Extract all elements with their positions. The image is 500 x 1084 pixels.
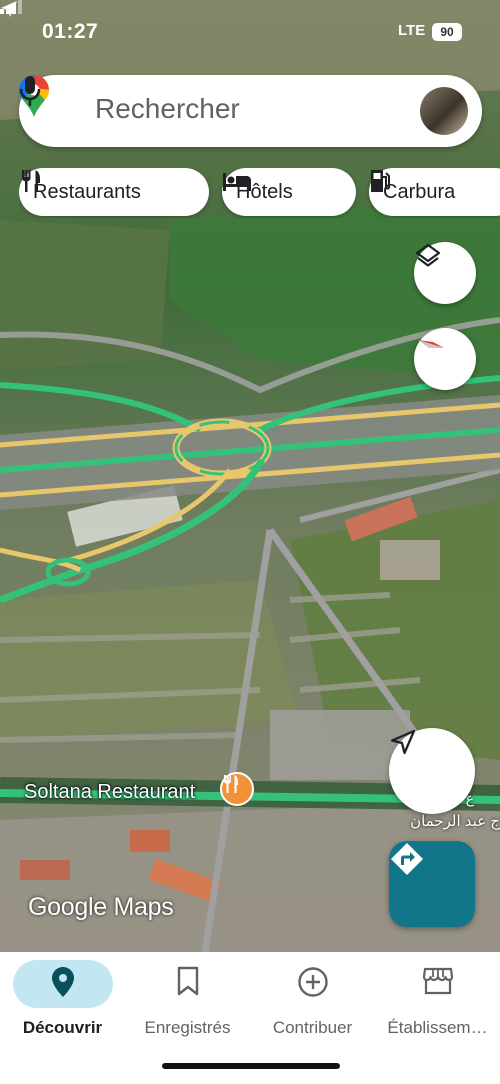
- my-location-button[interactable]: [389, 728, 475, 814]
- bottom-navigation: Découvrir Enregistrés Contribuer Établis…: [0, 952, 500, 1084]
- street-label: ج عبد الرحمان: [410, 813, 500, 830]
- map-view[interactable]: 01:27 LTE 90 Rechercher Restaurants Hôte…: [0, 0, 500, 952]
- restaurant-marker[interactable]: [220, 772, 254, 806]
- nav-label: Contribuer: [272, 1018, 353, 1037]
- place-label[interactable]: Soltana Restaurant: [24, 781, 195, 804]
- layers-button[interactable]: [414, 242, 476, 304]
- fork-knife-icon: [224, 775, 238, 793]
- layers-icon: [415, 243, 441, 267]
- explore-pin-icon: [51, 967, 74, 997]
- chip-label: Carbura: [383, 180, 456, 203]
- nav-saved[interactable]: Enregistrés: [125, 952, 250, 1052]
- status-time: 01:27: [42, 20, 99, 43]
- gas-pump-icon: [371, 170, 390, 192]
- signal-bars-icon: [0, 0, 22, 14]
- directions-icon: [391, 843, 423, 875]
- network-type: LTE: [398, 22, 426, 39]
- navigation-arrow-icon: [390, 729, 416, 755]
- chip-hotels[interactable]: Hôtels: [222, 168, 356, 216]
- compass-icon: [418, 340, 444, 348]
- compass-button[interactable]: [414, 328, 476, 390]
- category-chips: Restaurants Hôtels Carbura: [19, 168, 500, 218]
- battery-indicator: 90: [432, 23, 462, 41]
- fork-knife-icon: [22, 170, 40, 192]
- bed-icon: [223, 173, 251, 191]
- chip-fuel[interactable]: Carbura: [369, 168, 500, 216]
- nav-label: Découvrir: [22, 1018, 103, 1037]
- nav-label: Enregistrés: [144, 1018, 231, 1037]
- directions-button[interactable]: [389, 841, 475, 927]
- nav-business[interactable]: Établissem…: [375, 952, 500, 1052]
- bookmark-icon: [177, 966, 198, 996]
- google-maps-watermark: Google Maps: [28, 893, 174, 921]
- home-indicator[interactable]: [162, 1063, 340, 1069]
- microphone-icon[interactable]: [19, 75, 41, 107]
- search-placeholder[interactable]: Rechercher: [95, 93, 240, 125]
- status-bar: 01:27 LTE 90: [0, 0, 500, 64]
- add-circle-icon: [297, 967, 328, 997]
- nav-label: Établissem…: [387, 1018, 488, 1037]
- nav-explore[interactable]: Découvrir: [0, 952, 125, 1052]
- storefront-icon: [422, 967, 453, 995]
- search-bar[interactable]: Rechercher: [19, 75, 482, 147]
- account-avatar[interactable]: [420, 87, 468, 135]
- nav-contribute[interactable]: Contribuer: [250, 952, 375, 1052]
- chip-label: Restaurants: [33, 180, 141, 203]
- chip-restaurants[interactable]: Restaurants: [19, 168, 209, 216]
